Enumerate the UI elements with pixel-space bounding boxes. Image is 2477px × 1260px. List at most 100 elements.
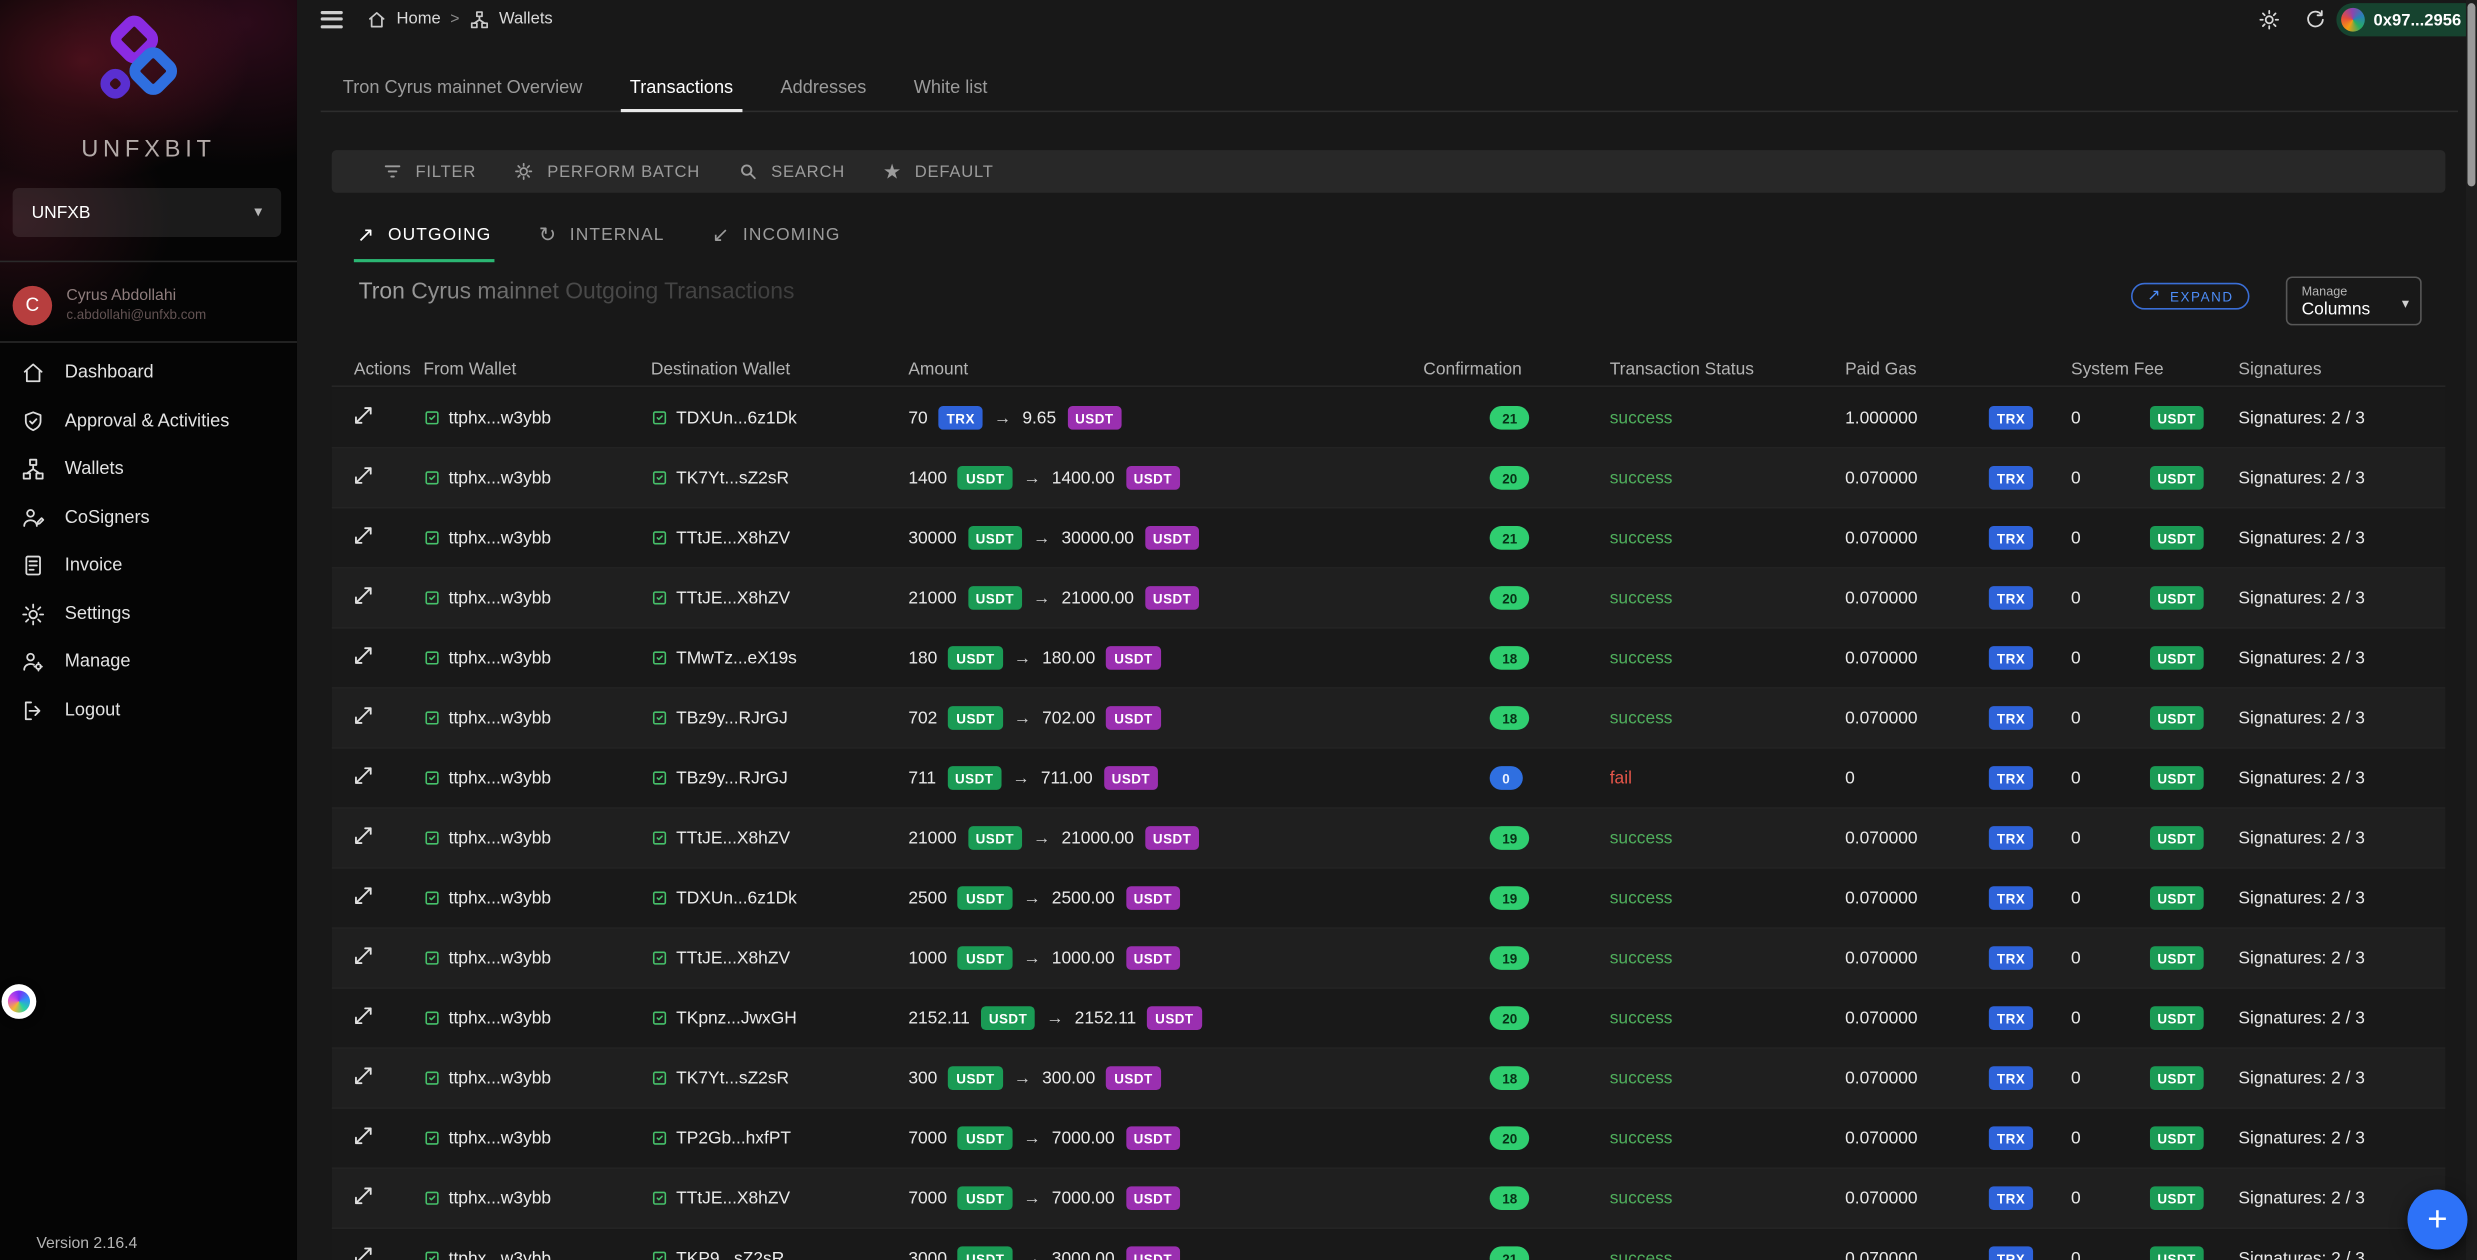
from-wallet-address[interactable]: ttphx...w3ybb xyxy=(449,1009,551,1028)
table-header: Actions From Wallet Destination Wallet A… xyxy=(332,354,2446,387)
system-fee-value: 0 xyxy=(2071,889,2081,908)
from-wallet-address[interactable]: ttphx...w3ybb xyxy=(449,708,551,727)
row-expand-icon[interactable] xyxy=(352,825,374,847)
tab-addresses[interactable]: Addresses xyxy=(771,68,876,111)
sidebar-item-settings[interactable]: Settings xyxy=(0,590,297,638)
sidebar-item-dashboard[interactable]: Dashboard xyxy=(0,349,297,397)
row-expand-icon[interactable] xyxy=(352,1245,374,1260)
destination-wallet-address[interactable]: TKP9...sZ2sR xyxy=(676,1249,784,1260)
sidebar-item-invoice[interactable]: Invoice xyxy=(0,542,297,590)
destination-wallet-address[interactable]: TBz9y...RJrGJ xyxy=(676,708,788,727)
sidebar-item-manage[interactable]: Manage xyxy=(0,638,297,686)
from-wallet-address[interactable]: ttphx...w3ybb xyxy=(449,588,551,607)
table-row: ttphx...w3ybb TTtJE...X8hZV 7000 USDT → … xyxy=(332,1169,2446,1229)
row-expand-icon[interactable] xyxy=(352,524,374,546)
row-expand-icon[interactable] xyxy=(352,1185,374,1207)
add-button[interactable]: + xyxy=(2407,1190,2467,1250)
token-badge: USDT xyxy=(968,826,1022,850)
org-select[interactable]: UNFXB ▾ xyxy=(13,188,282,237)
perform-batch-button[interactable]: PERFORM BATCH xyxy=(514,161,700,182)
tab-overview[interactable]: Tron Cyrus mainnet Overview xyxy=(333,68,592,111)
transaction-status: success xyxy=(1610,1069,1673,1088)
destination-wallet-address[interactable]: TTtJE...X8hZV xyxy=(676,588,790,607)
scrollbar[interactable] xyxy=(2466,0,2477,1260)
widget-launcher-icon[interactable] xyxy=(2,984,37,1019)
from-wallet-address[interactable]: ttphx...w3ybb xyxy=(449,949,551,968)
wallet-address-badge[interactable]: 0x97...2956 xyxy=(2336,3,2477,36)
user-card[interactable]: C Cyrus Abdollahi c.abdollahi@unfxb.com xyxy=(0,272,297,338)
system-fee-value: 0 xyxy=(2071,1249,2081,1260)
destination-wallet-address[interactable]: TTtJE...X8hZV xyxy=(676,949,790,968)
incoming-arrow-icon: ↙ xyxy=(712,224,730,245)
signatures: Signatures: 2 / 3 xyxy=(2238,408,2445,427)
sidebar-item-wallets[interactable]: Wallets xyxy=(0,445,297,493)
hamburger-menu-icon[interactable] xyxy=(321,11,343,32)
destination-wallet-address[interactable]: TKpnz...JwxGH xyxy=(676,1009,797,1028)
from-wallet-address[interactable]: ttphx...w3ybb xyxy=(449,769,551,788)
column-header-transaction-status: Transaction Status xyxy=(1610,360,1845,379)
from-wallet-address[interactable]: ttphx...w3ybb xyxy=(449,889,551,908)
topbar-actions xyxy=(2257,0,2327,38)
sidebar: UNFXBIT UNFXB ▾ C Cyrus Abdollahi c.abdo… xyxy=(0,0,297,1260)
token-badge: TRX xyxy=(1989,646,2033,670)
destination-wallet-address[interactable]: TBz9y...RJrGJ xyxy=(676,769,788,788)
default-button[interactable]: ★ DEFAULT xyxy=(883,161,994,182)
search-icon xyxy=(738,161,759,182)
row-expand-icon[interactable] xyxy=(352,464,374,486)
breadcrumb-home[interactable]: Home xyxy=(397,9,441,28)
contract-icon xyxy=(651,829,668,846)
transaction-status: success xyxy=(1610,708,1673,727)
destination-wallet-address[interactable]: TK7Yt...sZ2sR xyxy=(676,1069,789,1088)
row-expand-icon[interactable] xyxy=(352,765,374,787)
search-button[interactable]: SEARCH xyxy=(738,161,845,182)
from-wallet-address[interactable]: ttphx...w3ybb xyxy=(449,528,551,547)
row-expand-icon[interactable] xyxy=(352,945,374,967)
row-expand-icon[interactable] xyxy=(352,705,374,727)
from-wallet-address[interactable]: ttphx...w3ybb xyxy=(449,468,551,487)
row-expand-icon[interactable] xyxy=(352,1125,374,1147)
scrollbar-thumb[interactable] xyxy=(2467,3,2475,186)
destination-wallet-address[interactable]: TTtJE...X8hZV xyxy=(676,528,790,547)
amount-to-value: 30000.00 xyxy=(1061,528,1133,547)
contract-icon xyxy=(651,649,668,666)
row-expand-icon[interactable] xyxy=(352,584,374,606)
row-expand-icon[interactable] xyxy=(352,1065,374,1087)
tab-outgoing[interactable]: ↗ OUTGOING xyxy=(354,216,495,262)
tab-white-list[interactable]: White list xyxy=(904,68,997,111)
sidebar-item-logout[interactable]: Logout xyxy=(0,686,297,734)
manage-accounts-icon xyxy=(21,650,46,675)
from-wallet-address[interactable]: ttphx...w3ybb xyxy=(449,1129,551,1148)
manage-columns-select[interactable]: Manage Columns ▾ xyxy=(2286,276,2422,325)
theme-toggle-icon[interactable] xyxy=(2257,7,2281,31)
destination-wallet-address[interactable]: TDXUn...6z1Dk xyxy=(676,408,797,427)
from-wallet-address[interactable]: ttphx...w3ybb xyxy=(449,829,551,848)
from-wallet-address[interactable]: ttphx...w3ybb xyxy=(449,408,551,427)
expand-button[interactable]: ↗ EXPAND xyxy=(2131,283,2249,310)
destination-wallet-address[interactable]: TTtJE...X8hZV xyxy=(676,829,790,848)
breadcrumb-wallets[interactable]: Wallets xyxy=(499,9,553,28)
tab-transactions[interactable]: Transactions xyxy=(620,68,742,111)
sidebar-item-cosigners[interactable]: CoSigners xyxy=(0,494,297,542)
filter-button[interactable]: FILTER xyxy=(382,161,476,182)
from-wallet-address[interactable]: ttphx...w3ybb xyxy=(449,1249,551,1260)
tab-incoming[interactable]: ↙ INCOMING xyxy=(709,216,844,262)
system-fee-value: 0 xyxy=(2071,1189,2081,1208)
destination-wallet-address[interactable]: TP2Gb...hxfPT xyxy=(676,1129,791,1148)
contract-icon xyxy=(423,529,440,546)
from-wallet-address[interactable]: ttphx...w3ybb xyxy=(449,1189,551,1208)
row-expand-icon[interactable] xyxy=(352,645,374,667)
from-wallet-address[interactable]: ttphx...w3ybb xyxy=(449,648,551,667)
row-expand-icon[interactable] xyxy=(352,1005,374,1027)
system-fee-value: 0 xyxy=(2071,949,2081,968)
paid-gas-value: 0.070000 xyxy=(1845,528,1917,547)
destination-wallet-address[interactable]: TMwTz...eX19s xyxy=(676,648,797,667)
destination-wallet-address[interactable]: TK7Yt...sZ2sR xyxy=(676,468,789,487)
from-wallet-address[interactable]: ttphx...w3ybb xyxy=(449,1069,551,1088)
destination-wallet-address[interactable]: TTtJE...X8hZV xyxy=(676,1189,790,1208)
row-expand-icon[interactable] xyxy=(352,404,374,426)
refresh-icon[interactable] xyxy=(2303,7,2327,31)
row-expand-icon[interactable] xyxy=(352,885,374,907)
tab-internal[interactable]: ↻ INTERNAL xyxy=(536,216,668,262)
sidebar-item-approval-activities[interactable]: Approval & Activities xyxy=(0,397,297,445)
destination-wallet-address[interactable]: TDXUn...6z1Dk xyxy=(676,889,797,908)
